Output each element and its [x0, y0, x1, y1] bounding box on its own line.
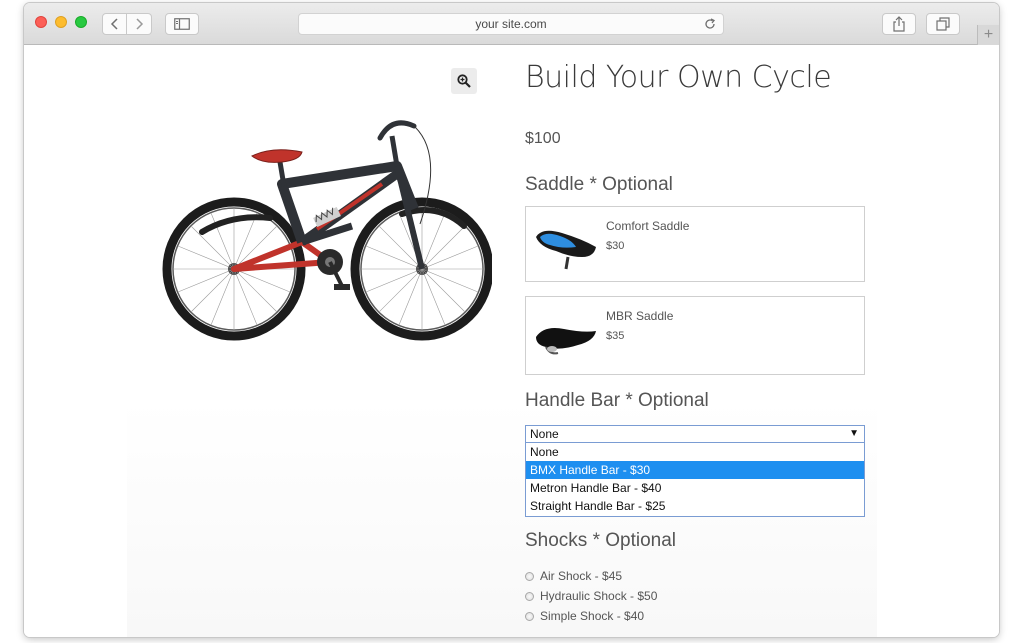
show-tabs-button[interactable] [926, 13, 960, 35]
bicycle-image[interactable] [152, 114, 492, 344]
shock-option-label: Air Shock - $45 [540, 569, 623, 583]
product-price: $100 [525, 130, 561, 147]
handle-bar-section-label: Handle Bar * Optional [525, 390, 709, 411]
address-bar[interactable]: your site.com [298, 13, 724, 35]
sidebar-icon [174, 18, 190, 30]
shock-option-label: Hydraulic Shock - $50 [540, 589, 658, 603]
image-zoom-button[interactable] [451, 68, 477, 94]
forward-button[interactable] [127, 13, 152, 35]
address-url: your site.com [475, 17, 547, 31]
shock-option-label: Simple Shock - $40 [540, 609, 645, 623]
magnify-icon [457, 74, 471, 88]
close-window-button[interactable] [35, 16, 47, 28]
saddle-option-name: MBR Saddle [606, 309, 674, 323]
saddle-option-mbr[interactable]: MBR Saddle $35 [525, 296, 865, 375]
handle-bar-selected-value: None [530, 427, 559, 441]
zoom-window-button[interactable] [75, 16, 87, 28]
saddle-option-price: $30 [606, 240, 625, 252]
comfort-saddle-image [536, 230, 596, 270]
handle-bar-select[interactable]: None ▼ [525, 425, 865, 443]
chevron-right-icon [136, 18, 144, 30]
back-button[interactable] [102, 13, 127, 35]
tabs-icon [936, 17, 950, 31]
minimize-window-button[interactable] [55, 16, 67, 28]
share-icon [893, 16, 905, 32]
radio-button[interactable] [525, 611, 534, 621]
handle-bar-option-bmx[interactable]: BMX Handle Bar - $30 [526, 461, 864, 479]
browser-toolbar: your site.com + [24, 3, 999, 45]
product-page: Build Your Own Cycle $100 Saddle * Optio… [24, 46, 999, 637]
mbr-saddle-image [536, 328, 596, 355]
browser-window: your site.com + Build Your Own Cycle $10… [24, 3, 999, 637]
product-title: Build Your Own Cycle [525, 60, 832, 95]
handle-bar-option-straight[interactable]: Straight Handle Bar - $25 [526, 497, 864, 515]
saddle-option-name: Comfort Saddle [606, 219, 690, 233]
handle-bar-option-metron[interactable]: Metron Handle Bar - $40 [526, 479, 864, 497]
new-tab-button[interactable]: + [977, 25, 999, 45]
handle-bar-options-list: None BMX Handle Bar - $30 Metron Handle … [525, 443, 865, 517]
shock-option-simple[interactable]: Simple Shock - $40 [525, 608, 644, 624]
reload-icon[interactable] [703, 17, 717, 31]
dropdown-arrow-icon: ▼ [849, 428, 859, 439]
saddle-section-label: Saddle * Optional [525, 174, 673, 195]
shock-option-air[interactable]: Air Shock - $45 [525, 568, 622, 584]
chevron-left-icon [110, 18, 118, 30]
handle-bar-option-none[interactable]: None [526, 443, 864, 461]
plus-icon: + [983, 26, 994, 43]
saddle-option-comfort[interactable]: Comfort Saddle $30 [525, 206, 865, 282]
saddle-option-price: $35 [606, 330, 625, 342]
shocks-section-label: Shocks * Optional [525, 530, 677, 551]
radio-button[interactable] [525, 571, 534, 581]
shock-option-hydraulic[interactable]: Hydraulic Shock - $50 [525, 588, 657, 604]
sidebar-toggle-button[interactable] [165, 13, 199, 35]
share-button[interactable] [882, 13, 916, 35]
radio-button[interactable] [525, 591, 534, 601]
